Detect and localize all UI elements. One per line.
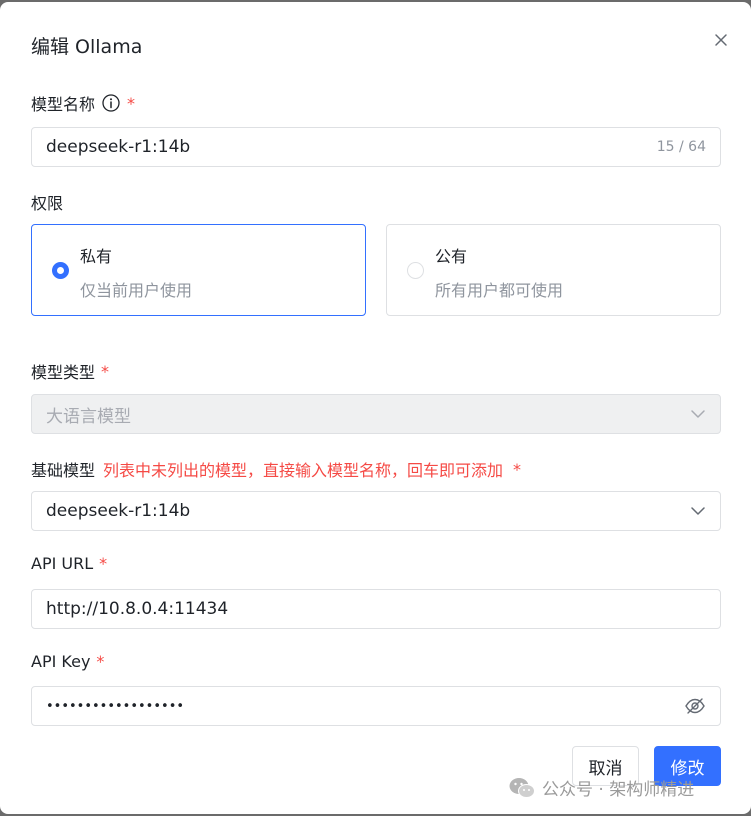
base-model-select[interactable]: deepseek-r1:14b: [31, 491, 721, 531]
model-name-label: 模型名称 *: [31, 93, 136, 115]
model-type-label: 模型类型 *: [31, 361, 110, 383]
required-mark: *: [96, 652, 105, 671]
permission-option-public[interactable]: 公有 所有用户都可使用: [386, 224, 721, 316]
required-mark: *: [101, 361, 110, 381]
api-url-value[interactable]: http://10.8.0.4:11434: [46, 599, 706, 619]
permission-option-private[interactable]: 私有 仅当前用户使用: [31, 224, 366, 316]
eye-off-icon[interactable]: [684, 695, 706, 717]
model-name-value[interactable]: deepseek-r1:14b: [46, 137, 657, 157]
edit-model-dialog: 编辑 Ollama 模型名称 * deepseek-r1:14b 15 / 64…: [0, 2, 751, 814]
option-description: 仅当前用户使用: [80, 281, 193, 300]
info-icon[interactable]: [101, 93, 121, 113]
option-title: 私有: [80, 247, 113, 266]
required-mark: *: [513, 459, 522, 479]
char-counter: 15 / 64: [656, 139, 706, 155]
api-key-input[interactable]: ••••••••••••••••••: [31, 686, 721, 726]
option-title: 公有: [435, 247, 468, 266]
api-key-masked-value[interactable]: ••••••••••••••••••: [46, 699, 684, 714]
wechat-icon: [509, 777, 535, 798]
model-type-value: 大语言模型: [46, 406, 131, 427]
chevron-down-icon: [691, 410, 705, 418]
close-icon[interactable]: [711, 30, 731, 50]
permission-label: 权限: [31, 194, 64, 213]
model-name-input[interactable]: deepseek-r1:14b 15 / 64: [31, 127, 721, 167]
watermark-text: 公众号 · 架构师精进: [542, 780, 695, 800]
radio-selected-icon[interactable]: [52, 262, 69, 279]
api-key-label: API Key *: [31, 652, 105, 671]
api-url-input[interactable]: http://10.8.0.4:11434: [31, 589, 721, 629]
base-model-value[interactable]: deepseek-r1:14b: [46, 501, 690, 521]
chevron-down-icon[interactable]: [690, 503, 706, 519]
base-model-hint: 列表中未列出的模型，直接输入模型名称，回车即可添加: [103, 461, 504, 480]
option-description: 所有用户都可使用: [435, 281, 564, 300]
model-type-select: 大语言模型: [31, 394, 721, 434]
required-mark: *: [99, 554, 108, 573]
api-url-label: API URL *: [31, 554, 108, 573]
watermark: 公众号 · 架构师精进: [508, 775, 694, 800]
required-mark: *: [127, 93, 136, 113]
dialog-title: 编辑 Ollama: [31, 36, 143, 58]
radio-unselected-icon[interactable]: [407, 262, 424, 279]
base-model-label: 基础模型 列表中未列出的模型，直接输入模型名称，回车即可添加 *: [31, 457, 521, 481]
